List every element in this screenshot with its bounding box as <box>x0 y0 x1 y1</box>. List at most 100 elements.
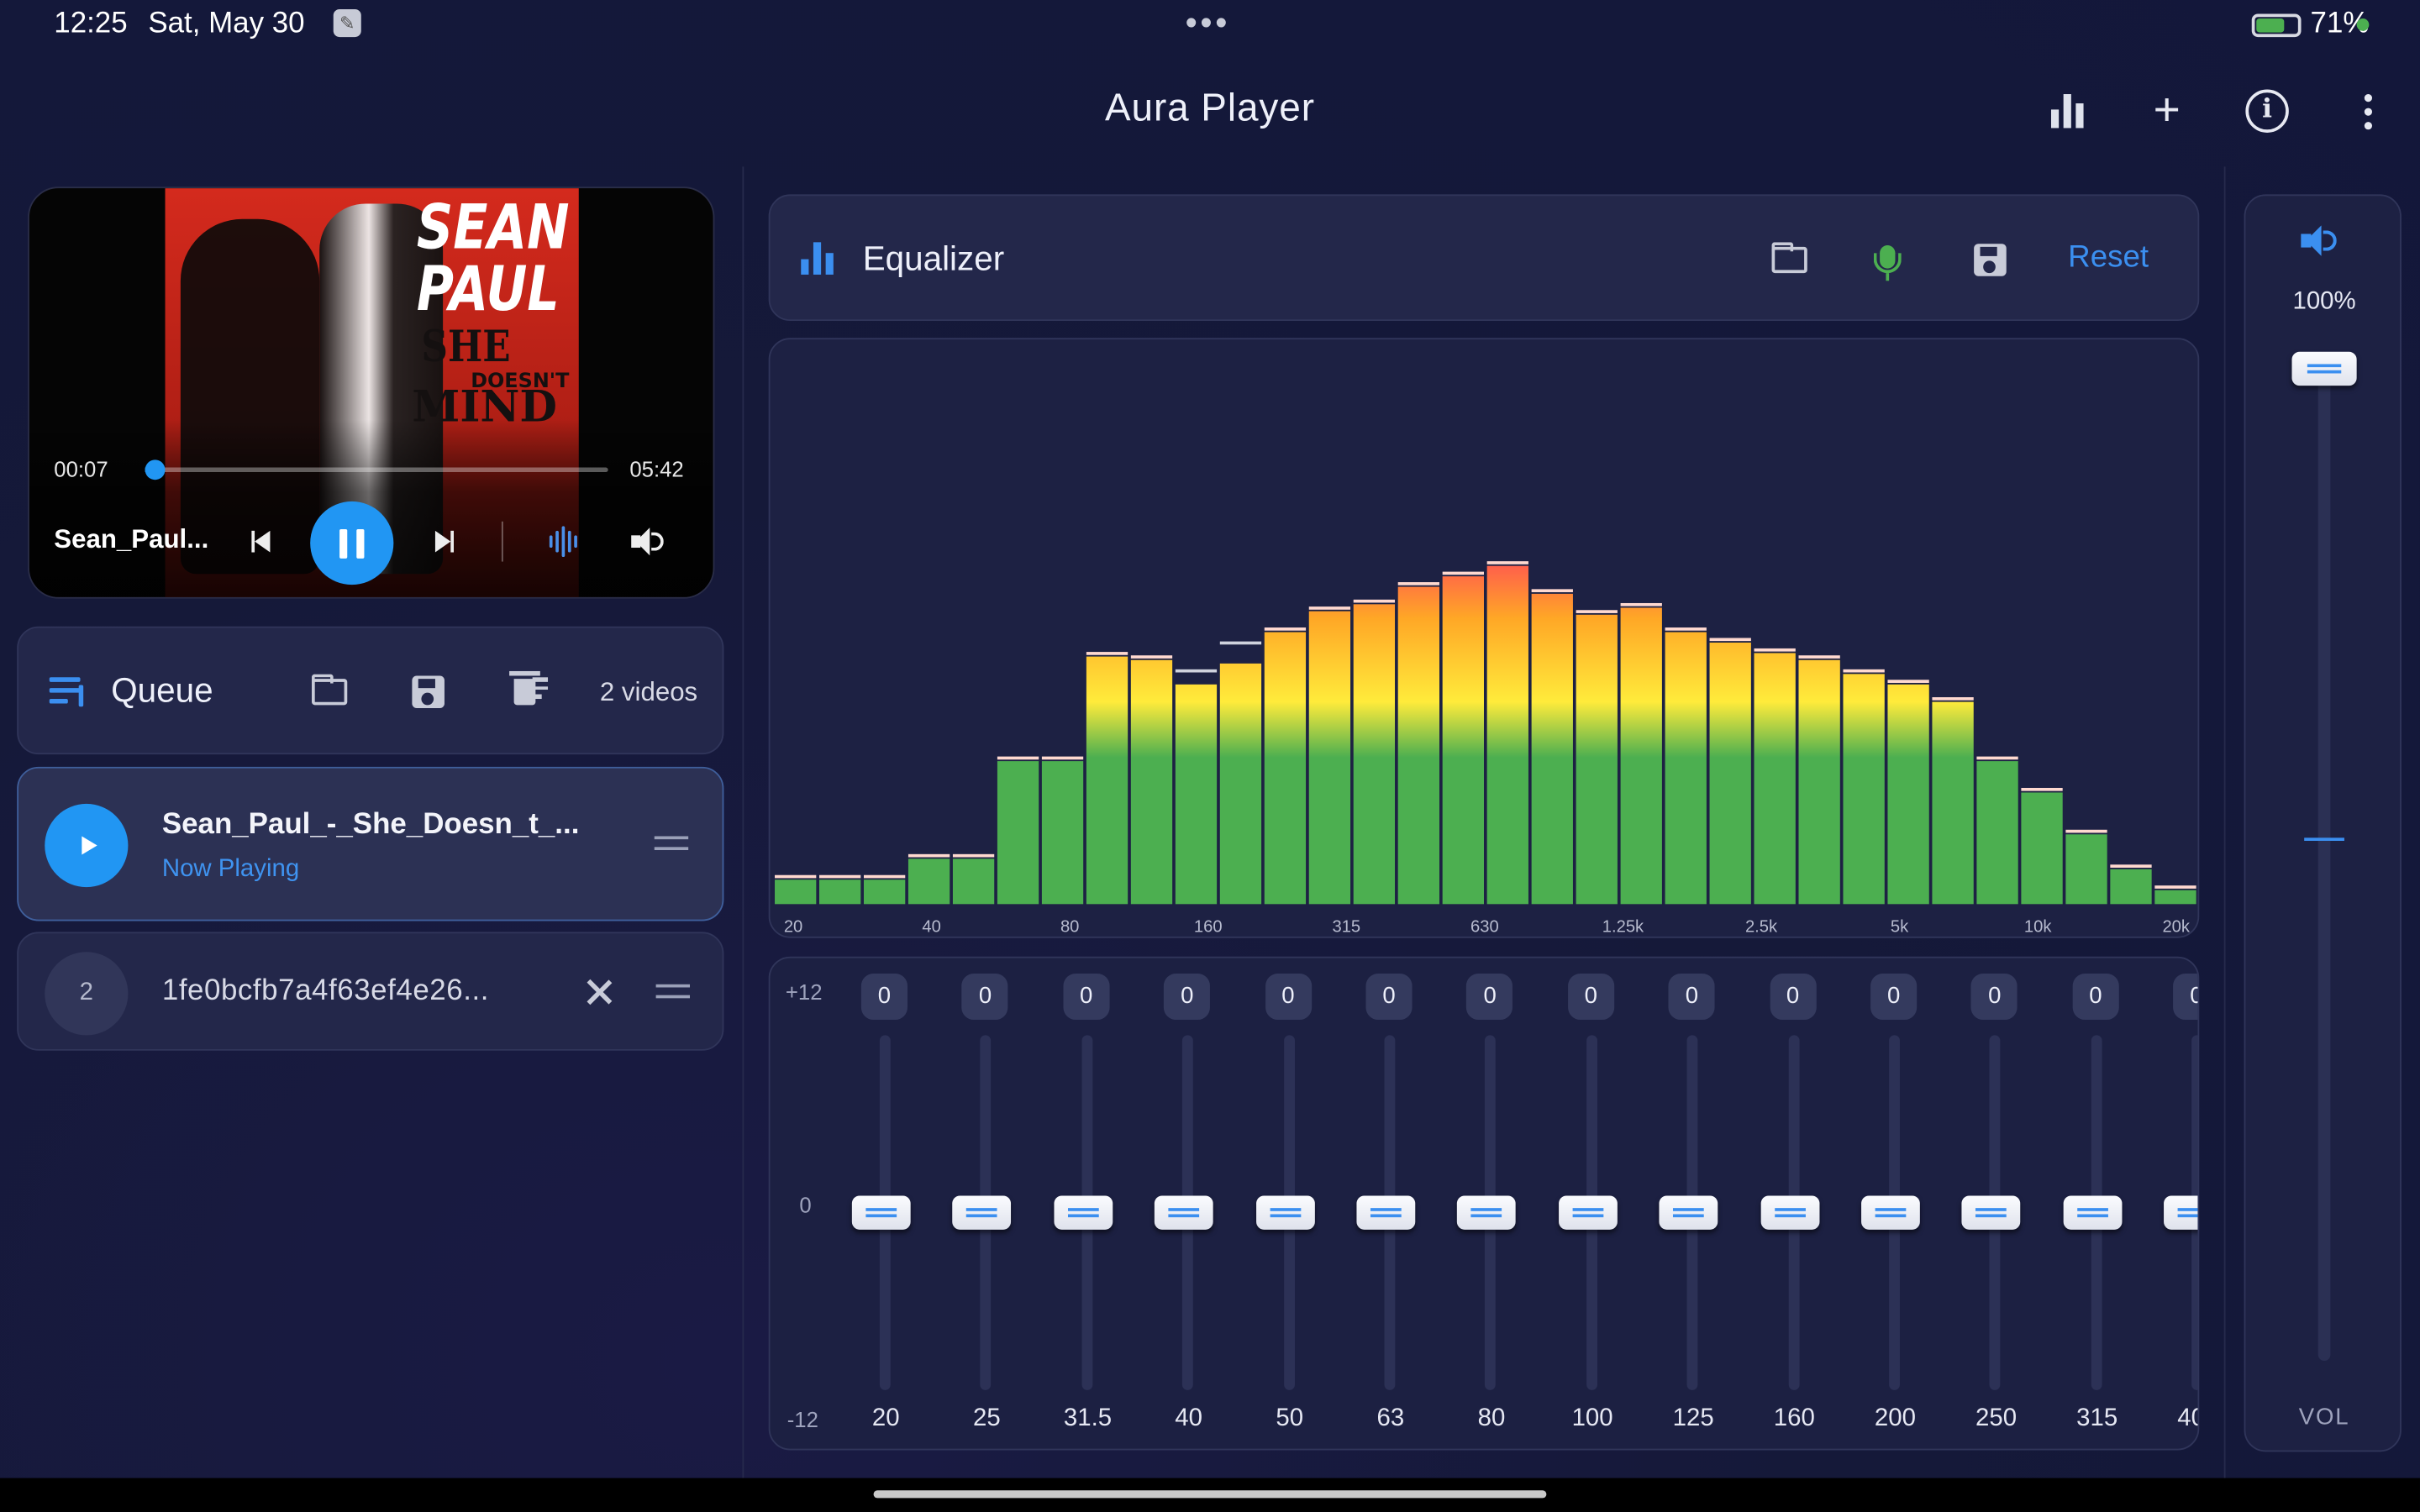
eq-band-thumb[interactable] <box>2164 1195 2198 1230</box>
eq-band-value: 0 <box>1769 973 1817 1021</box>
eq-band-value: 0 <box>1063 973 1110 1021</box>
eq-band-thumb[interactable] <box>1558 1195 1618 1230</box>
eq-band-slider-315[interactable]: 0 315 <box>2051 973 2144 1436</box>
eq-band-slider-80[interactable]: 0 80 <box>1445 973 1538 1436</box>
spectrum-bar <box>1353 604 1396 905</box>
seek-bar[interactable] <box>145 459 608 480</box>
cover-line1: SEAN <box>416 192 570 265</box>
bar-chart-icon[interactable] <box>2039 83 2094 139</box>
spectrum-peak <box>1486 561 1528 564</box>
spectrum-bar <box>1219 663 1262 905</box>
save-preset-icon[interactable] <box>1968 239 2011 280</box>
eq-band-slider-200[interactable]: 0 200 <box>1849 973 1941 1436</box>
eq-band-slider-40[interactable]: 0 40 <box>1143 973 1235 1436</box>
spectrum-bar <box>1531 593 1573 905</box>
volume-center-mark <box>2304 837 2344 842</box>
eq-band-thumb[interactable] <box>952 1195 1012 1230</box>
eq-band-slider-20[interactable]: 0 20 <box>839 973 932 1436</box>
waveform-icon[interactable] <box>544 524 581 558</box>
eq-band-thumb[interactable] <box>1457 1195 1517 1230</box>
volume-thumb[interactable] <box>2291 351 2357 386</box>
spectrum-bar <box>2110 869 2152 905</box>
pause-button[interactable] <box>310 501 394 585</box>
spectrum-peak <box>1308 606 1351 610</box>
play-icon[interactable] <box>45 803 129 888</box>
plus-icon[interactable]: + <box>2139 83 2195 139</box>
home-indicator[interactable] <box>873 1490 1547 1499</box>
mic-icon[interactable] <box>1866 236 1909 281</box>
eq-band-slider-25[interactable]: 0 25 <box>940 973 1033 1436</box>
eq-band-slider-400[interactable]: 0 400 <box>2152 973 2198 1436</box>
status-date: Sat, May 30 <box>148 8 305 40</box>
spectrum-peak <box>2154 885 2196 889</box>
eq-band-slider-31.5[interactable]: 0 31.5 <box>1041 973 1134 1436</box>
spectrum-peak <box>819 874 861 879</box>
queue-music-icon <box>49 677 90 708</box>
eq-band-freq: 25 <box>973 1405 1001 1432</box>
volume-up-icon[interactable] <box>2301 225 2343 264</box>
spectrum-bar <box>1308 611 1351 905</box>
eq-band-slider-50[interactable]: 0 50 <box>1244 973 1336 1436</box>
spectrum-bar <box>819 879 861 905</box>
previous-icon[interactable] <box>245 529 276 554</box>
cover-line2: PAUL <box>416 255 560 326</box>
spectrum-peak <box>1353 599 1396 603</box>
multitask-dots-icon[interactable]: ••• <box>1186 3 1230 44</box>
eq-band-thumb[interactable] <box>1255 1195 1315 1230</box>
volume-icon[interactable] <box>629 526 666 557</box>
eq-band-thumb[interactable] <box>851 1195 911 1230</box>
save-icon[interactable] <box>406 671 449 711</box>
controls-separator <box>501 521 503 562</box>
eq-band-slider-250[interactable]: 0 250 <box>1949 973 2042 1436</box>
gain-min-label: -12 <box>786 1407 818 1432</box>
more-vert-icon[interactable] <box>2339 83 2395 139</box>
spectrum-axis-label: 20k <box>2162 917 2190 936</box>
spectrum-axis-label: 20 <box>784 917 802 936</box>
eq-band-thumb[interactable] <box>1356 1195 1416 1230</box>
spectrum-bar <box>863 879 906 905</box>
eq-band-thumb[interactable] <box>1659 1195 1718 1230</box>
reset-button[interactable]: Reset <box>2068 241 2149 276</box>
spectrum-axis-label: 160 <box>1194 917 1223 936</box>
eq-band-slider-160[interactable]: 0 160 <box>1748 973 1840 1436</box>
eq-band-thumb[interactable] <box>1760 1195 1819 1230</box>
drag-handle-icon[interactable] <box>654 836 689 851</box>
spectrum-axis-label: 10k <box>2024 917 2052 936</box>
spectrum-peak <box>1976 756 2018 760</box>
spectrum-bar <box>1887 684 1929 905</box>
drag-handle-icon[interactable] <box>655 984 691 999</box>
info-icon[interactable]: i <box>2239 83 2295 139</box>
equalizer-icon <box>801 242 834 275</box>
spectrum-axis-label: 40 <box>922 917 940 936</box>
next-icon[interactable] <box>429 529 460 554</box>
status-bar: 12:25 Sat, May 30 ✎ ••• 71% <box>0 0 2420 52</box>
eq-band-freq: 40 <box>1175 1405 1202 1432</box>
eq-band-slider-125[interactable]: 0 125 <box>1647 973 1739 1436</box>
total-time: 05:42 <box>629 456 684 482</box>
eq-band-value: 0 <box>1971 973 2018 1021</box>
eq-band-thumb[interactable] <box>1155 1195 1213 1230</box>
eq-band-thumb[interactable] <box>1962 1195 2021 1230</box>
eq-band-freq: 315 <box>2076 1405 2118 1432</box>
preset-folder-icon[interactable] <box>1767 239 1810 280</box>
queue-item[interactable]: 2 1fe0bcfb7a4f63ef4e26... <box>17 932 724 1051</box>
queue-item-now-playing[interactable]: Sean_Paul_-_She_Doesn_t_... Now Playing <box>17 766 724 921</box>
folder-icon[interactable] <box>308 671 350 711</box>
spectrum-peak <box>1754 648 1796 652</box>
eq-band-slider-63[interactable]: 0 63 <box>1344 973 1437 1436</box>
clear-queue-icon[interactable] <box>506 670 555 711</box>
spectrum-bar <box>1709 642 1751 905</box>
eq-band-thumb[interactable] <box>2063 1195 2123 1230</box>
eq-band-slider-100[interactable]: 0 100 <box>1546 973 1639 1436</box>
spectrum-bar <box>1486 565 1528 905</box>
eq-band-value: 0 <box>860 973 908 1021</box>
volume-track[interactable] <box>2317 358 2331 1361</box>
queue-item-title: 1fe0bcfb7a4f63ef4e26... <box>161 974 489 1008</box>
video-player[interactable]: SEAN PAUL SHE DOESN'T MIND 00:07 05:42 Se… <box>28 186 715 599</box>
eq-band-thumb[interactable] <box>1054 1195 1113 1230</box>
spectrum-peak <box>2110 864 2152 868</box>
remove-icon[interactable] <box>583 977 614 1008</box>
seek-thumb[interactable] <box>145 459 166 480</box>
eq-band-thumb[interactable] <box>1861 1195 1920 1230</box>
spectrum-bar <box>908 858 950 905</box>
